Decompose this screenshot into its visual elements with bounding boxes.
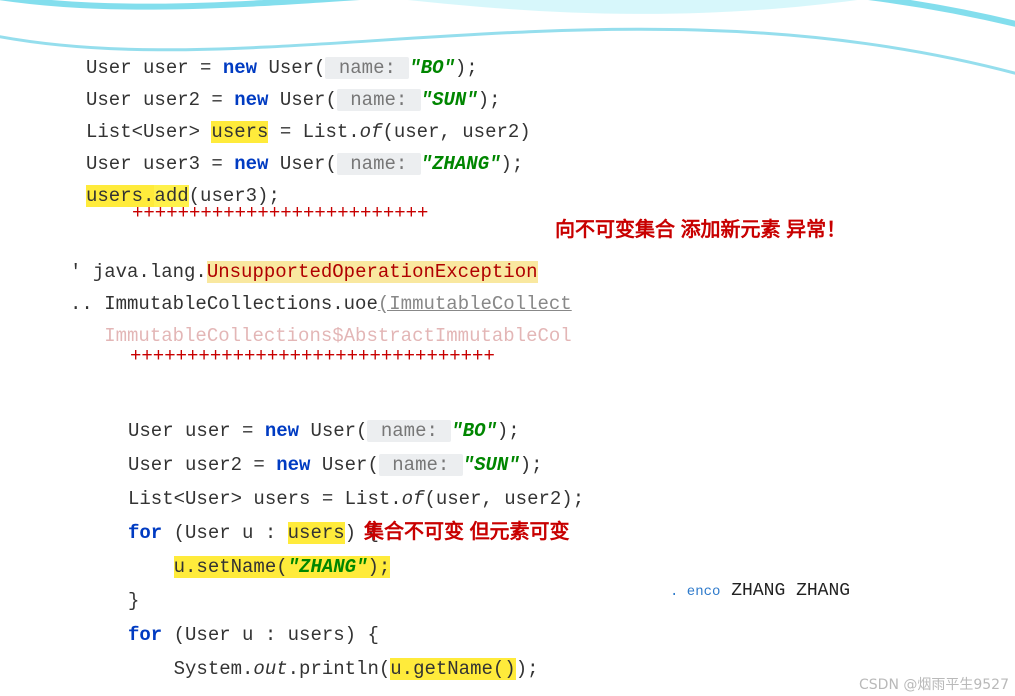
stack-line-2: .. ImmutableCollections.uoe(ImmutableCol… (70, 293, 572, 315)
code2-line-2: User user2 = new User( name: "SUN"); (128, 454, 543, 476)
code2-line-7: for (User u : users) { (128, 624, 379, 646)
annotation-element-mutable: 集合不可变 但元素可变 (364, 518, 570, 546)
output-hint: . enco (670, 584, 720, 600)
code2-line-1: User user = new User( name: "BO"); (128, 420, 520, 442)
code2-line-4: for (User u : users) { (128, 522, 379, 544)
output-line-1: ZHANG (731, 581, 785, 601)
code-block-top: User user = new User( name: "BO"); User … (86, 20, 531, 212)
code2-line-8: System.out.println(u.getName()); (128, 658, 539, 680)
annotation-immutable-add: 向不可变集合 添加新元素 异常！ (555, 216, 846, 244)
csdn-watermark: CSDN @烟雨平生9527 (859, 674, 1009, 694)
code2-line-3: List<User> users = List.of(user, user2); (128, 488, 584, 510)
code-line-1: User user = new User( name: "BO"); (86, 57, 478, 79)
code-line-4: User user3 = new User( name: "ZHANG"); (86, 153, 523, 175)
code-line-2: User user2 = new User( name: "SUN"); (86, 89, 501, 111)
code-line-3: List<User> users = List.of(user, user2) (86, 121, 531, 143)
program-output: . enco ZHANG ZHANG (670, 578, 850, 605)
stack-line-1: ' java.lang.UnsupportedOperationExceptio… (70, 261, 538, 283)
stacktrace-block: ' java.lang.UnsupportedOperationExceptio… (70, 224, 572, 352)
separator-plus-2: ++++++++++++++++++++++++++++++++ (130, 340, 495, 372)
code2-line-6: } (128, 590, 139, 612)
output-line-2: ZHANG (796, 581, 850, 601)
code2-line-5: u.setName("ZHANG"); (128, 556, 390, 578)
